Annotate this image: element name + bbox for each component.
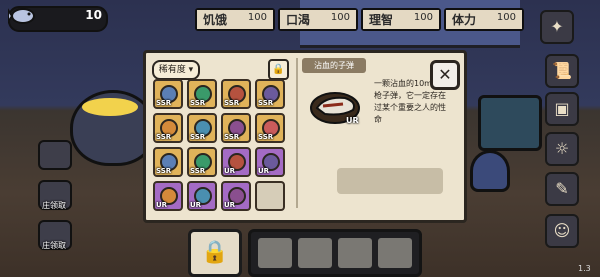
inventory-slot[interactable]: SSR <box>221 79 251 109</box>
close-button[interactable]: ✕ <box>430 60 460 90</box>
quickbar <box>248 229 422 277</box>
slot-rarity-badge: UR <box>156 201 168 209</box>
slot-rarity-badge: SSR <box>190 167 206 175</box>
slot-rarity-badge: SSR <box>190 133 206 141</box>
fish-icon <box>8 8 35 24</box>
lantern-icon[interactable]: ☼ <box>545 132 579 166</box>
chest-icon[interactable]: ▣ <box>545 92 579 126</box>
slot-rarity-badge: SSR <box>156 99 172 107</box>
inventory-slot[interactable] <box>255 181 285 211</box>
candle <box>470 150 510 192</box>
inventory-slot[interactable]: UR <box>255 147 285 177</box>
slot-rarity-badge: SSR <box>258 133 274 141</box>
item-rarity-badge: UR <box>346 116 359 125</box>
cauldron-brew <box>82 98 138 116</box>
inventory-slot[interactable]: UR <box>221 147 251 177</box>
stat-thirst: 口渴 100 <box>278 8 358 31</box>
stat-label: 体力 <box>452 13 477 27</box>
map-icon[interactable]: ✎ <box>545 172 579 206</box>
scroll-icon[interactable]: 📜 <box>545 54 579 88</box>
inventory-slot[interactable]: UR <box>153 181 183 211</box>
slot-rarity-badge: SSR <box>258 99 274 107</box>
locked-slot-button[interactable]: 🔒 <box>188 229 242 277</box>
slot-rarity-badge: SSR <box>156 167 172 175</box>
inventory-slot[interactable]: SSR <box>187 79 217 109</box>
lock-toggle-button[interactable]: 🔒 <box>268 59 289 80</box>
quickbar-slot[interactable] <box>338 238 372 268</box>
inventory-slot[interactable]: SSR <box>187 147 217 177</box>
item-extra-box <box>337 168 443 194</box>
version-label: 1.3 <box>578 264 591 273</box>
inventory-slot[interactable]: UR <box>187 181 217 211</box>
left-action-1[interactable] <box>38 140 72 170</box>
stat-stamina: 体力 100 <box>444 8 524 31</box>
inventory-slot[interactable]: SSR <box>255 113 285 143</box>
panel-divider <box>296 58 298 208</box>
slot-rarity-badge: UR <box>224 167 236 175</box>
inventory-slot[interactable]: SSR <box>153 113 183 143</box>
stat-value: 100 <box>330 12 350 23</box>
item-name: 沾血的子弹 <box>302 58 366 73</box>
stat-value: 100 <box>496 12 516 23</box>
cat-face-icon[interactable]: ☺ <box>545 214 579 248</box>
quickbar-slot[interactable] <box>298 238 332 268</box>
left-action-label: 庄领取 <box>42 241 66 250</box>
stat-label: 口渴 <box>286 13 311 27</box>
slot-rarity-badge: UR <box>258 167 270 175</box>
left-action-label: 庄领取 <box>42 201 66 210</box>
plant-pot <box>478 95 542 151</box>
quickbar-slot[interactable] <box>258 238 292 268</box>
slot-rarity-badge: SSR <box>224 133 240 141</box>
stat-sanity: 理智 100 <box>361 8 441 31</box>
slot-rarity-badge: UR <box>190 201 202 209</box>
stat-value: 100 <box>413 12 433 23</box>
slot-rarity-badge: UR <box>224 201 236 209</box>
quickbar-slot[interactable] <box>378 238 412 268</box>
inventory-slot[interactable]: SSR <box>153 147 183 177</box>
slot-rarity-badge: SSR <box>156 133 172 141</box>
inventory-slot[interactable]: UR <box>221 181 251 211</box>
slot-rarity-badge: SSR <box>190 99 206 107</box>
inventory-slot[interactable]: SSR <box>187 113 217 143</box>
stat-hunger: 饥饿 100 <box>195 8 275 31</box>
inventory-slot[interactable]: SSR <box>153 79 183 109</box>
stat-value: 100 <box>247 12 267 23</box>
slot-rarity-badge: SSR <box>224 99 240 107</box>
rarity-filter-button[interactable]: 稀有度 ▾ <box>152 60 200 80</box>
currency-value: 10 <box>85 8 102 22</box>
star-menu-icon[interactable]: ✦ <box>540 10 574 44</box>
stat-label: 饥饿 <box>203 13 228 27</box>
inventory-slot[interactable]: SSR <box>255 79 285 109</box>
inventory-slot[interactable]: SSR <box>221 113 251 143</box>
stat-label: 理智 <box>369 13 394 27</box>
rarity-filter-label: 稀有度 <box>158 65 186 75</box>
